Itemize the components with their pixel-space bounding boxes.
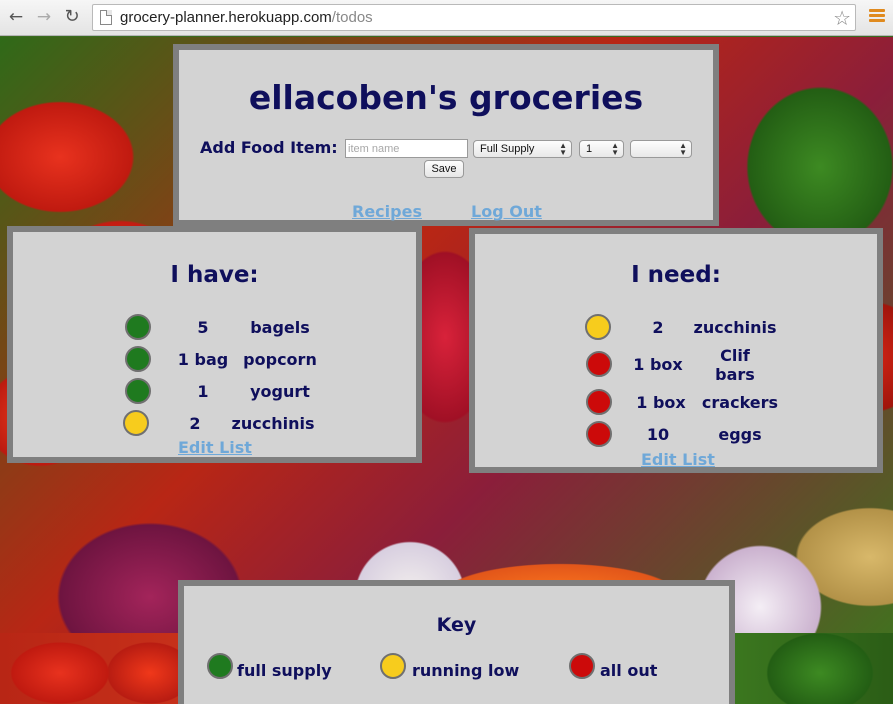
need-panel: I need: 2 zucchinis 1 box Clif bars 1 bo… (469, 228, 883, 473)
need-edit-list-link[interactable]: Edit List (641, 450, 715, 469)
bookmark-star-icon[interactable]: ☆ (833, 6, 851, 30)
item-name: crackers (701, 393, 779, 412)
status-dot-running-low[interactable] (585, 314, 611, 340)
forward-arrow-icon[interactable]: → (34, 7, 54, 27)
have-heading: I have: (170, 262, 259, 288)
item-name: popcorn (243, 350, 317, 369)
item-quantity: 1 bag (177, 350, 229, 369)
list-item: 1 box Clif bars (475, 346, 877, 386)
reload-icon[interactable]: ↻ (62, 7, 82, 27)
key-dot-all-out (569, 653, 595, 679)
url-path: /todos (331, 9, 373, 26)
logout-link[interactable]: Log Out (471, 202, 542, 221)
key-panel: Key full supply running low all out (178, 580, 735, 704)
have-panel: I have: 5 bagels 1 bag popcorn 1 yogurt … (7, 226, 422, 463)
item-name: Clif bars (715, 346, 755, 384)
header-panel: ellacoben's groceries Add Food Item: Ful… (173, 44, 719, 226)
supply-select[interactable]: Full Supply ▲ ▼ (473, 140, 572, 158)
supply-select-value: Full Supply (480, 143, 535, 155)
address-bar[interactable]: grocery-planner.herokuapp.com/todos ☆ (92, 4, 856, 31)
key-dot-running-low (380, 653, 406, 679)
item-name: zucchinis (693, 318, 777, 337)
select-arrows-icon: ▲ ▼ (559, 141, 567, 157)
item-name: zucchinis (231, 414, 315, 433)
item-quantity: 10 (646, 425, 670, 444)
quantity-select-value: 1 (586, 143, 593, 155)
key-label-full-supply: full supply (237, 661, 332, 680)
recipes-link[interactable]: Recipes (352, 202, 422, 221)
item-quantity: 1 (197, 382, 209, 401)
item-quantity: 5 (197, 318, 209, 337)
key-label-all-out: all out (600, 661, 658, 680)
key-dot-full-supply (207, 653, 233, 679)
key-label-running-low: running low (412, 661, 520, 680)
select-arrows-icon: ▲ ▼ (611, 141, 619, 157)
list-item: 1 bag popcorn (13, 344, 416, 376)
page-icon (100, 10, 112, 25)
list-item: 10 eggs (475, 420, 877, 452)
status-dot-running-low[interactable] (123, 410, 149, 436)
list-item: 2 zucchinis (475, 312, 877, 344)
browser-toolbar: ← → ↻ grocery-planner.herokuapp.com/todo… (0, 0, 893, 36)
list-item: 5 bagels (13, 312, 416, 344)
item-quantity: 1 box (633, 355, 683, 374)
add-food-label: Add Food Item: (200, 138, 338, 157)
need-heading: I need: (631, 262, 721, 288)
status-dot-full-supply[interactable] (125, 314, 151, 340)
have-edit-list-link[interactable]: Edit List (178, 438, 252, 457)
select-arrows-icon: ▲ ▼ (679, 141, 687, 157)
item-name-input[interactable] (345, 139, 468, 158)
status-dot-all-out[interactable] (586, 389, 612, 415)
save-button[interactable]: Save (424, 160, 464, 178)
url-host: grocery-planner.herokuapp.com (120, 9, 332, 26)
back-arrow-icon[interactable]: ← (6, 7, 26, 27)
status-dot-all-out[interactable] (586, 421, 612, 447)
url-text: grocery-planner.herokuapp.com/todos (120, 9, 373, 26)
status-dot-all-out[interactable] (586, 351, 612, 377)
item-name: eggs (718, 425, 762, 444)
item-name: yogurt (250, 382, 310, 401)
item-name: bagels (250, 318, 310, 337)
unit-select[interactable]: ▲ ▼ (630, 140, 692, 158)
quantity-select[interactable]: 1 ▲ ▼ (579, 140, 624, 158)
list-item: 1 yogurt (13, 376, 416, 408)
list-item: 1 box crackers (475, 388, 877, 420)
key-title: Key (436, 614, 477, 636)
browser-menu-icon[interactable] (869, 9, 885, 25)
status-dot-full-supply[interactable] (125, 346, 151, 372)
status-dot-full-supply[interactable] (125, 378, 151, 404)
list-item: 2 zucchinis (13, 408, 416, 440)
page-title: ellacoben's groceries (248, 78, 644, 117)
